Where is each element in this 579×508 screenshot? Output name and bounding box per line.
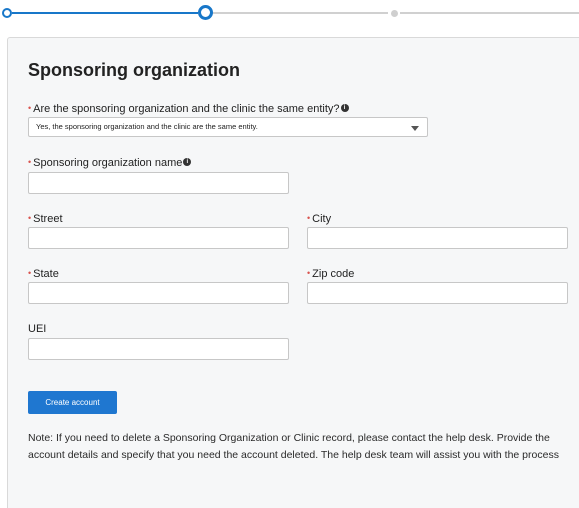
org-name-label: • Sponsoring organization name i xyxy=(28,155,192,170)
street-label: • Street xyxy=(28,213,63,225)
page-title: Sponsoring organization xyxy=(28,60,240,80)
org-name-input[interactable] xyxy=(28,172,289,194)
info-icon[interactable]: i xyxy=(340,104,349,112)
zip-label: • Zip code xyxy=(307,268,355,280)
zip-input[interactable] xyxy=(307,282,568,304)
chevron-down-icon[interactable] xyxy=(411,126,419,131)
required-marker: • xyxy=(28,103,32,113)
stepper-line-completed xyxy=(12,12,198,14)
stepper-line-pending xyxy=(212,12,388,14)
step-1-indicator[interactable] xyxy=(2,8,12,18)
uei-input[interactable] xyxy=(28,338,289,360)
step-3-indicator[interactable] xyxy=(391,10,398,17)
same-entity-label: • Are the sponsoring organization and the… xyxy=(28,101,349,116)
uei-label: UEI xyxy=(28,323,47,335)
required-marker: • xyxy=(307,268,311,278)
state-label: • State xyxy=(28,268,59,280)
same-entity-select-value: Yes, the sponsoring organization and the… xyxy=(36,122,258,131)
required-marker: • xyxy=(307,213,311,223)
same-entity-select[interactable]: Yes, the sponsoring organization and the… xyxy=(28,117,428,137)
required-marker: • xyxy=(28,268,32,278)
city-input[interactable] xyxy=(307,227,568,249)
info-icon[interactable]: i xyxy=(183,158,192,166)
progress-stepper xyxy=(0,0,579,30)
required-marker: • xyxy=(28,213,32,223)
city-label: • City xyxy=(307,213,332,225)
stepper-line-pending-2 xyxy=(400,12,579,14)
help-note: Note: If you need to delete a Sponsoring… xyxy=(28,432,559,461)
create-account-button[interactable]: Create account xyxy=(28,391,117,414)
state-input[interactable] xyxy=(28,282,289,304)
required-marker: • xyxy=(28,157,32,167)
street-input[interactable] xyxy=(28,227,289,249)
step-2-indicator-current[interactable] xyxy=(198,5,213,20)
